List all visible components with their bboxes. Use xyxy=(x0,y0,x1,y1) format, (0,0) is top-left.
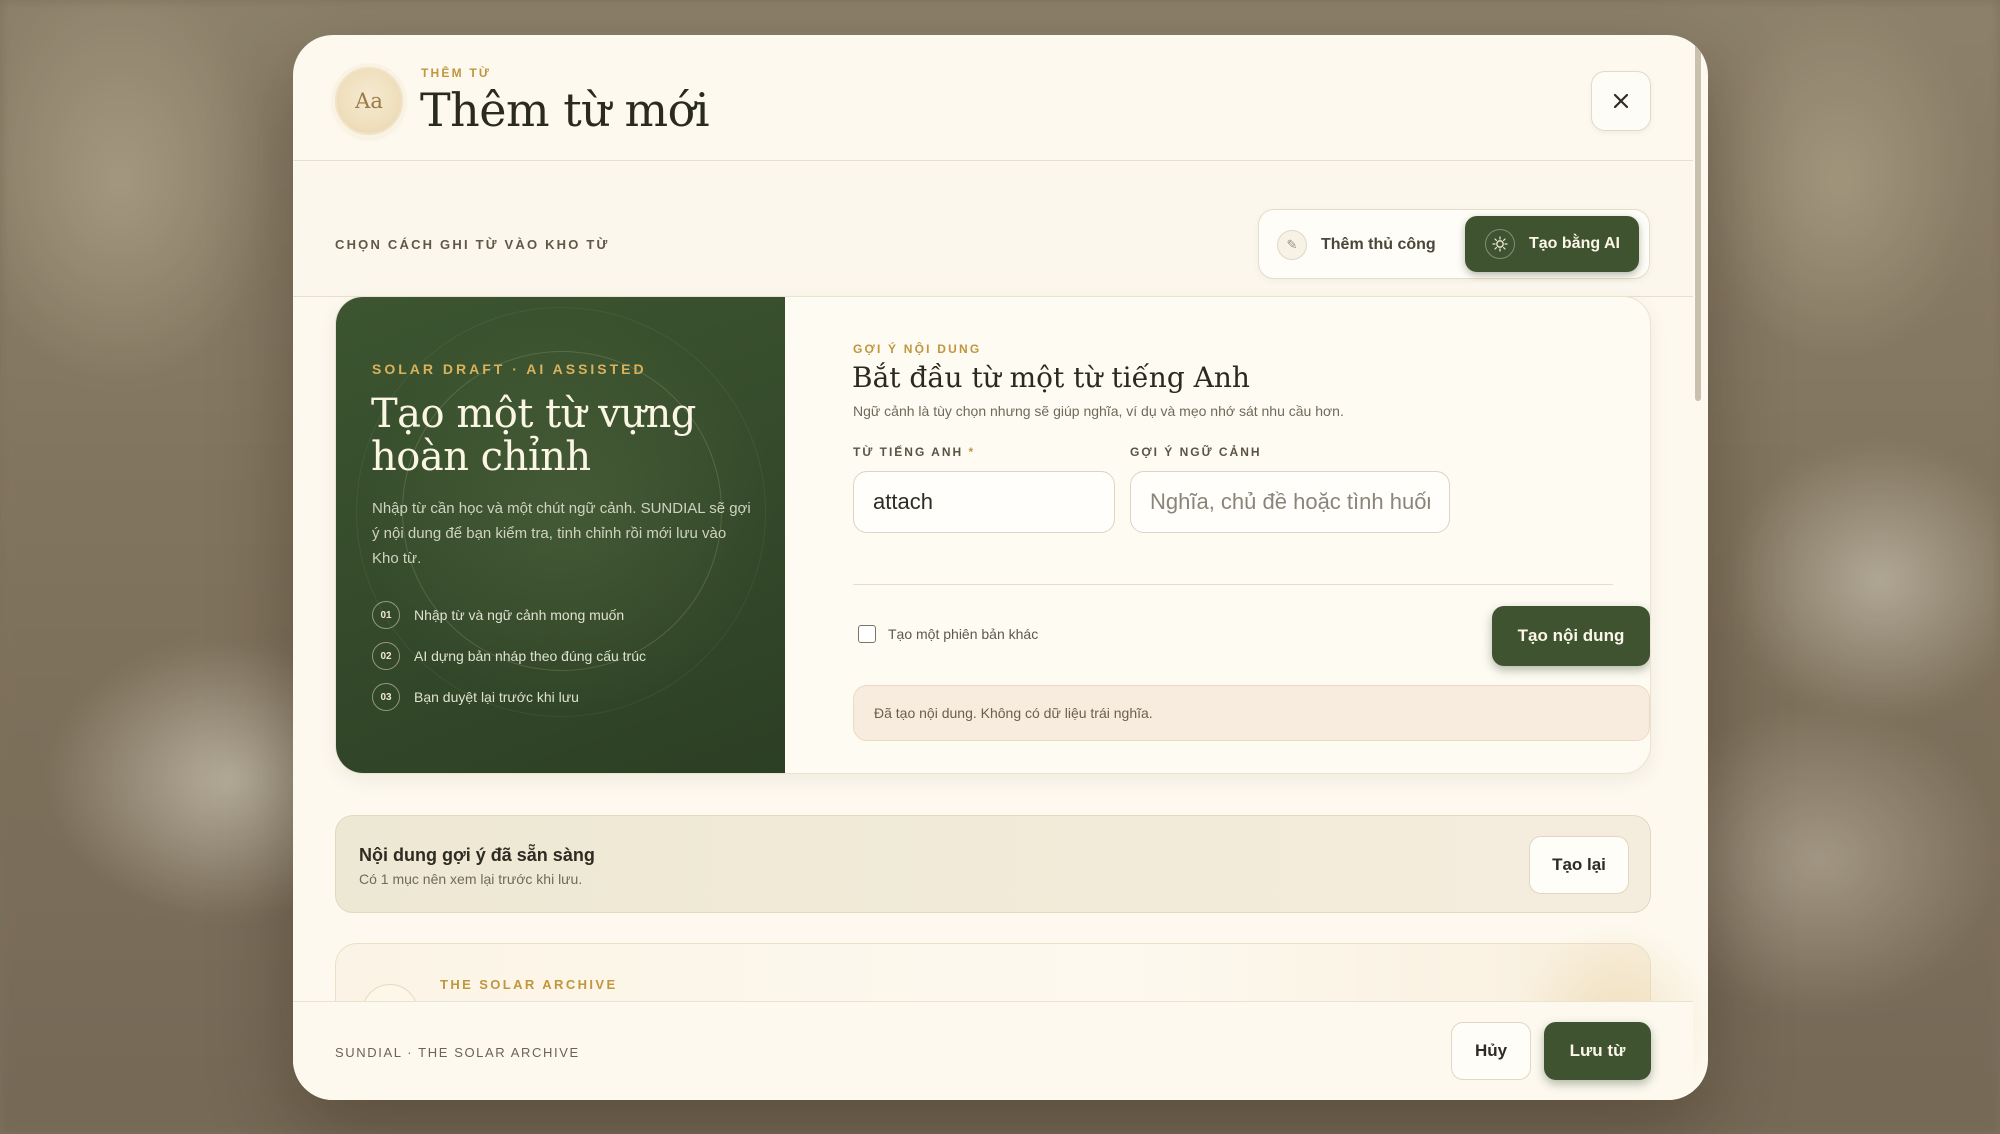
close-button[interactable] xyxy=(1591,71,1651,131)
dialog-kicker: THÊM TỪ xyxy=(421,66,492,80)
save-word-button[interactable]: Lưu từ xyxy=(1544,1022,1651,1080)
step-number: 02 xyxy=(372,642,400,670)
step-text: Bạn duyệt lại trước khi lưu xyxy=(414,689,579,705)
context-hint-input[interactable] xyxy=(1130,471,1450,533)
variant-checkbox[interactable] xyxy=(858,625,876,643)
cancel-button[interactable]: Hủy xyxy=(1451,1022,1531,1080)
step-number: 01 xyxy=(372,601,400,629)
context-field-label: GỢI Ý NGỮ CẢNH xyxy=(1130,445,1262,459)
word-label-text: TỪ TIẾNG ANH xyxy=(853,445,964,459)
ai-mode-option[interactable]: Tạo bằng AI xyxy=(1465,216,1639,272)
ai-generation-card: SOLAR DRAFT · AI ASSISTED Tạo một từ vựn… xyxy=(335,296,1651,774)
form-title: Bắt đầu từ một từ tiếng Anh xyxy=(852,361,1250,394)
scrollbar-thumb[interactable] xyxy=(1695,39,1701,401)
manual-mode-option[interactable]: ✎ Thêm thủ công xyxy=(1277,220,1436,270)
close-icon xyxy=(1613,93,1629,109)
step-text: AI dựng bản nháp theo đúng cấu trúc xyxy=(414,648,646,664)
intro-title: Tạo một từ vựng hoàn chỉnh xyxy=(371,391,696,480)
form-kicker: GỢI Ý NỘI DUNG xyxy=(853,342,982,356)
add-word-dialog: Aa THÊM TỪ Thêm từ mới CHỌN CÁCH GHI TỪ … xyxy=(293,35,1708,1100)
step-item: 03 Bạn duyệt lại trước khi lưu xyxy=(372,682,646,712)
manual-mode-label: Thêm thủ công xyxy=(1321,236,1436,253)
variant-checkbox-label: Tạo một phiên bản khác xyxy=(888,626,1039,642)
intro-panel: SOLAR DRAFT · AI ASSISTED Tạo một từ vựn… xyxy=(336,297,785,773)
dialog-title: Thêm từ mới xyxy=(420,83,710,137)
form-subtitle: Ngữ cảnh là tùy chọn nhưng sẽ giúp nghĩa… xyxy=(853,403,1344,419)
mode-selector-row: CHỌN CÁCH GHI TỪ VÀO KHO TỪ ✎ Thêm thủ c… xyxy=(293,162,1693,297)
form-divider xyxy=(853,584,1613,585)
english-word-input[interactable] xyxy=(853,471,1115,533)
generation-form: GỢI Ý NỘI DUNG Bắt đầu từ một từ tiếng A… xyxy=(785,297,1650,773)
suggestion-ready-banner: Nội dung gợi ý đã sẵn sàng Có 1 mục nên … xyxy=(335,815,1651,913)
step-number: 03 xyxy=(372,683,400,711)
ready-title: Nội dung gợi ý đã sẵn sàng xyxy=(359,845,595,865)
app-logo: Aa xyxy=(335,67,403,135)
variant-checkbox-row[interactable]: Tạo một phiên bản khác xyxy=(858,625,1038,643)
step-item: 02 AI dựng bản nháp theo đúng cấu trúc xyxy=(372,641,646,671)
generate-content-button[interactable]: Tạo nội dung xyxy=(1492,606,1650,666)
regenerate-button[interactable]: Tạo lại xyxy=(1529,836,1629,894)
word-field-label: TỪ TIẾNG ANH * xyxy=(853,445,975,459)
step-text: Nhập từ và ngữ cảnh mong muốn xyxy=(414,607,625,623)
intro-description: Nhập từ cần học và một chút ngữ cảnh. SU… xyxy=(372,500,751,567)
archive-kicker: THE SOLAR ARCHIVE xyxy=(440,977,618,992)
sparkle-icon xyxy=(1485,229,1515,259)
step-item: 01 Nhập từ và ngữ cảnh mong muốn xyxy=(372,600,646,630)
ready-subtitle: Có 1 mục nên xem lại trước khi lưu. xyxy=(359,871,583,887)
generation-notice: Đã tạo nội dung. Không có dữ liệu trái n… xyxy=(853,685,1650,741)
dialog-header: Aa THÊM TỪ Thêm từ mới xyxy=(293,35,1693,161)
ai-mode-label: Tạo bằng AI xyxy=(1529,235,1620,252)
logo-text: Aa xyxy=(355,89,383,113)
step-list: 01 Nhập từ và ngữ cảnh mong muốn 02 AI d… xyxy=(372,600,646,723)
mode-segmented-control: ✎ Thêm thủ công Tạo bằng AI xyxy=(1258,209,1650,279)
mode-label: CHỌN CÁCH GHI TỪ VÀO KHO TỪ xyxy=(335,237,610,252)
footer-brand-text: SUNDIAL · THE SOLAR ARCHIVE xyxy=(335,1045,580,1060)
intro-kicker: SOLAR DRAFT · AI ASSISTED xyxy=(372,361,647,377)
pencil-icon: ✎ xyxy=(1277,230,1307,260)
required-marker: * xyxy=(968,445,976,459)
